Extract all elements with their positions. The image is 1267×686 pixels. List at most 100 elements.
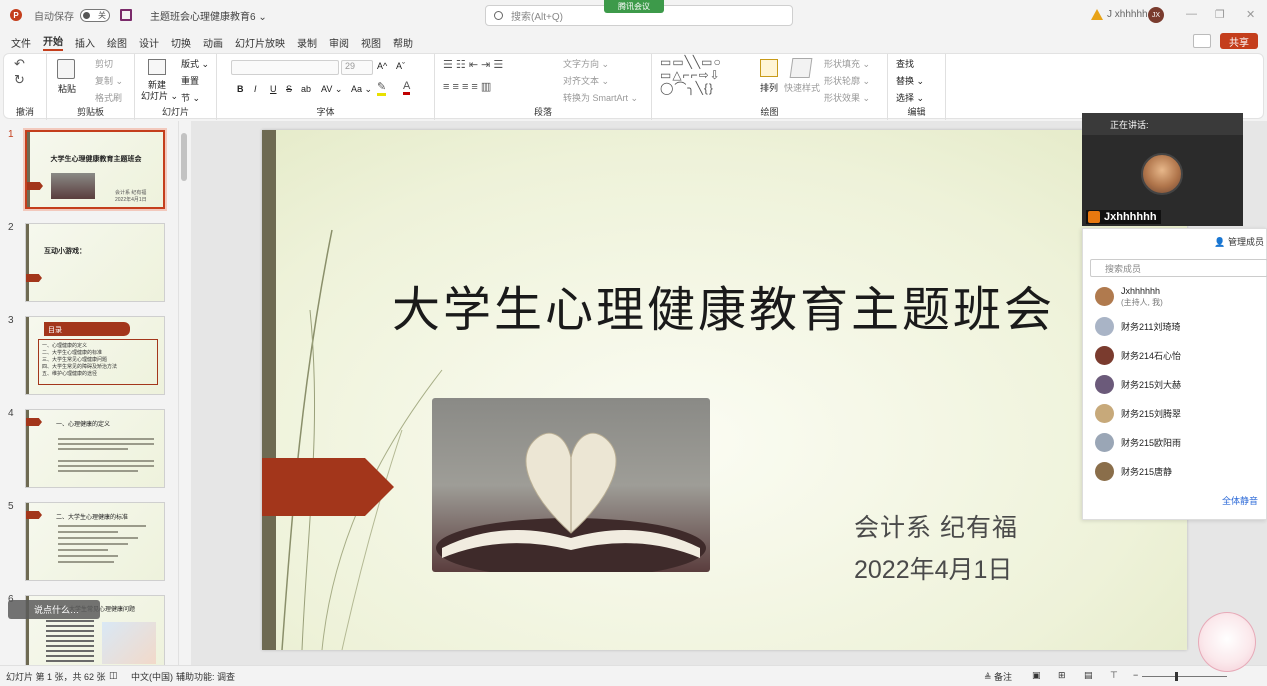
shrink-font-button[interactable]: Aˇ — [396, 61, 405, 71]
paste-icon[interactable] — [57, 59, 75, 79]
tab-file[interactable]: 文件 — [11, 35, 31, 50]
new-slide-icon[interactable] — [148, 59, 166, 75]
undo-icon[interactable]: ↶ — [14, 56, 25, 72]
manage-members-button[interactable]: 👤 管理成员 — [1214, 235, 1264, 248]
normal-view-icon[interactable]: ▣ — [1032, 670, 1041, 681]
reset-button[interactable]: 重置 — [181, 74, 199, 87]
shadow-button[interactable]: ab — [301, 84, 311, 94]
find-button[interactable]: 查找 — [896, 57, 914, 70]
section-button[interactable]: 节 ⌄ — [181, 91, 200, 104]
tab-view[interactable]: 视图 — [361, 35, 381, 50]
member-row[interactable]: 财务215刘腾翠 — [1095, 402, 1181, 424]
cut-button[interactable]: 剪切 — [95, 57, 113, 70]
shape-effects-button[interactable]: 形状效果 ⌄ — [824, 91, 870, 104]
slide-thumbnail-5[interactable]: 二、大学生心理健康的标准 — [25, 502, 165, 581]
zoom-slider[interactable] — [1142, 676, 1227, 677]
autosave-toggle[interactable]: 关 — [80, 8, 110, 22]
save-icon[interactable] — [120, 9, 132, 21]
char-spacing-button[interactable]: AV ⌄ — [321, 84, 342, 95]
tab-transitions[interactable]: 切换 — [171, 35, 191, 50]
slide-counter[interactable]: 幻灯片 第 1 张，共 62 张 — [6, 670, 106, 683]
zoom-out-button[interactable]: − — [1133, 670, 1138, 680]
bullets-icon[interactable]: ☰ ☷ ⇤ ⇥ ☰ — [443, 58, 503, 71]
paste-button[interactable]: 粘贴 — [58, 82, 76, 95]
close-button[interactable]: ✕ — [1246, 8, 1255, 21]
slideshow-icon[interactable]: ⊤ — [1110, 670, 1118, 681]
tab-help[interactable]: 帮助 — [393, 35, 413, 50]
replace-button[interactable]: 替换 ⌄ — [896, 74, 924, 87]
italic-button[interactable]: I — [254, 84, 257, 94]
notes-button[interactable]: ≜ 备注 — [984, 670, 1012, 683]
slide-sorter-icon[interactable]: ⊞ — [1058, 670, 1066, 681]
font-size-select[interactable]: 29 — [341, 60, 373, 75]
font-color-icon[interactable]: A — [403, 80, 411, 95]
account-name[interactable]: J xhhhhh — [1107, 9, 1148, 20]
change-case-button[interactable]: Aa ⌄ — [351, 84, 372, 95]
highlight-icon[interactable]: ✎ — [377, 80, 387, 96]
warning-icon[interactable] — [1091, 9, 1103, 20]
member-row[interactable]: 财务211刘琦琦 — [1095, 315, 1180, 337]
strikethrough-button[interactable]: S — [286, 84, 292, 94]
scrollbar-thumb[interactable] — [181, 133, 187, 181]
copy-button[interactable]: 复制 ⌄ — [95, 74, 123, 87]
grow-font-button[interactable]: A^ — [377, 61, 387, 71]
select-button[interactable]: 选择 ⌄ — [896, 91, 924, 104]
shapes-gallery-icon[interactable]: ▭▭╲╲▭○ ▭△⌐⌐⇨⇩ ◯⌒╮╲{} — [660, 56, 722, 95]
align-text-button[interactable]: 对齐文本 ⌄ — [563, 74, 609, 87]
share-button[interactable]: 共享 — [1220, 33, 1258, 49]
tab-animations[interactable]: 动画 — [203, 35, 223, 50]
tab-draw[interactable]: 绘图 — [107, 35, 127, 50]
underline-button[interactable]: U — [270, 84, 277, 94]
reading-view-icon[interactable]: ▤ — [1084, 670, 1093, 681]
member-row[interactable]: 财务214石心怡 — [1095, 344, 1181, 366]
redo-icon[interactable]: ↻ — [14, 72, 25, 88]
arrange-icon[interactable] — [760, 59, 778, 77]
slide-thumbnail-3[interactable]: 目录 一、心理健康的定义 二、大学生心理健康的标准 三、大学生常见心理健康问题 … — [25, 316, 165, 395]
tab-record[interactable]: 录制 — [297, 35, 317, 50]
thumbnail-scrollbar[interactable] — [178, 121, 188, 665]
spellcheck-icon[interactable]: ◫ — [109, 670, 118, 681]
slide-date[interactable]: 2022年4月1日 — [854, 550, 1012, 586]
member-search-input[interactable]: 搜索成员 — [1090, 259, 1267, 277]
quick-styles-button[interactable]: 快速样式 — [784, 81, 820, 94]
language-indicator[interactable]: 中文(中国) — [131, 670, 173, 683]
tab-slideshow[interactable]: 幻灯片放映 — [235, 35, 285, 50]
current-slide[interactable]: 大学生心理健康教育主题班会 会计系 纪有福 2022年4月1日 — [262, 130, 1187, 650]
mute-all-button[interactable]: 全体静音 — [1222, 494, 1258, 507]
account-avatar[interactable]: JX — [1148, 7, 1164, 23]
shape-fill-button[interactable]: 形状填充 ⌄ — [824, 57, 870, 70]
slide-author[interactable]: 会计系 纪有福 — [854, 508, 1018, 544]
slide-thumbnail-1[interactable]: 大学生心理健康教育主题班会 会计系 纪有福 2022年4月1日 — [23, 128, 167, 211]
member-row[interactable]: 财务215唐静 — [1095, 460, 1172, 482]
accessibility-status[interactable]: 辅助功能: 调查 — [176, 670, 235, 683]
quick-styles-icon[interactable] — [789, 58, 813, 78]
tab-home[interactable]: 开始 — [43, 33, 63, 51]
arrange-button[interactable]: 排列 — [760, 81, 778, 94]
slide-book-photo[interactable] — [432, 398, 710, 572]
minimize-button[interactable]: — — [1186, 8, 1197, 20]
slide-thumbnail-2[interactable]: 互动小游戏： — [25, 223, 165, 302]
slide-title[interactable]: 大学生心理健康教育主题班会 — [392, 270, 1082, 340]
tab-insert[interactable]: 插入 — [75, 35, 95, 50]
meeting-indicator[interactable]: 腾讯会议 — [604, 0, 664, 13]
bold-button[interactable]: B — [237, 84, 244, 94]
shape-outline-button[interactable]: 形状轮廓 ⌄ — [824, 74, 870, 87]
align-icons[interactable]: ≡ ≡ ≡ ≡ ▥ — [443, 80, 491, 93]
zoom-slider-knob[interactable] — [1175, 672, 1178, 681]
format-painter-button[interactable]: 格式刷 — [95, 91, 122, 104]
restore-button[interactable]: ❐ — [1215, 8, 1225, 21]
chat-input-chip[interactable]: 说点什么… — [8, 600, 100, 619]
member-row[interactable]: 财务215欧阳雨 — [1095, 431, 1181, 453]
smartart-button[interactable]: 转换为 SmartArt ⌄ — [563, 91, 638, 104]
member-row[interactable]: Jxhhhhhh (主持人, 我) — [1095, 285, 1163, 307]
font-family-select[interactable] — [231, 60, 339, 75]
slide-thumbnail-4[interactable]: 一、心理健康的定义 — [25, 409, 165, 488]
text-direction-button[interactable]: 文字方向 ⌄ — [563, 57, 609, 70]
tab-design[interactable]: 设计 — [139, 35, 159, 50]
document-title[interactable]: 主题班会心理健康教育6 ⌄ — [150, 8, 267, 23]
member-row[interactable]: 财务215刘大赫 — [1095, 373, 1181, 395]
comments-button[interactable] — [1193, 34, 1211, 48]
tab-review[interactable]: 审阅 — [329, 35, 349, 50]
layout-button[interactable]: 版式 ⌄ — [181, 57, 209, 70]
new-slide-dropdown[interactable]: 幻灯片 ⌄ — [141, 89, 178, 102]
